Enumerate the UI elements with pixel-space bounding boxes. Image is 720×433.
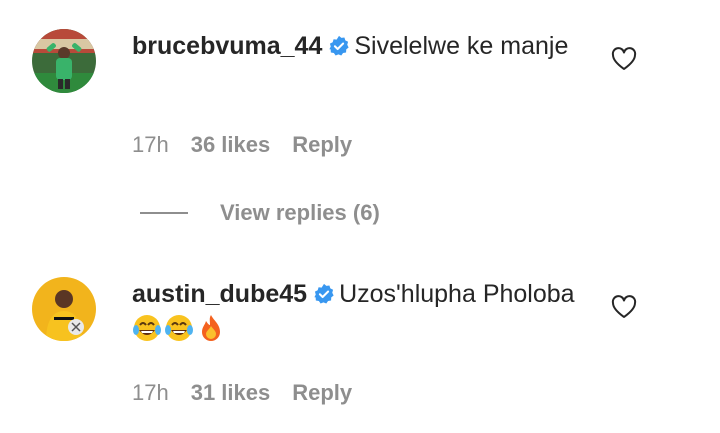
avatar-image	[32, 277, 96, 341]
comment-meta: 17h 31 likes Reply	[132, 380, 374, 406]
comment-1: brucebvuma_44 Sivelelwe ke manje 17h 36 l…	[0, 0, 720, 180]
verified-badge-icon	[314, 283, 334, 304]
comment-likes[interactable]: 31 likes	[191, 380, 271, 405]
view-replies-label: View replies (6)	[220, 200, 380, 225]
avatar[interactable]	[32, 29, 96, 93]
face-with-tears-of-joy-icon	[133, 315, 161, 341]
comment-2: austin_dube45 Uzos'hlupha Pholoba 17h 31…	[0, 250, 720, 433]
avatar[interactable]	[32, 277, 96, 341]
comment-time: 17h	[132, 132, 169, 157]
comment-username[interactable]: brucebvuma_44	[132, 32, 322, 60]
view-replies-button[interactable]: View replies (6)	[140, 196, 380, 230]
comment-text: Sivelelwe ke manje	[354, 32, 569, 60]
fire-icon	[202, 315, 220, 341]
face-with-tears-of-joy-icon	[165, 315, 193, 341]
verified-badge-icon	[329, 35, 349, 56]
comment-body: brucebvuma_44 Sivelelwe ke manje	[132, 28, 582, 64]
divider-line	[140, 212, 188, 214]
comment-username[interactable]: austin_dube45	[132, 280, 307, 308]
comment-text: Uzos'hlupha Pholoba	[339, 280, 575, 308]
reply-button[interactable]: Reply	[292, 132, 352, 157]
heart-outline-icon[interactable]	[611, 47, 637, 71]
avatar-image	[32, 29, 96, 93]
heart-outline-icon[interactable]	[611, 295, 637, 319]
reply-button[interactable]: Reply	[292, 380, 352, 405]
comment-time: 17h	[132, 380, 169, 405]
comment-likes[interactable]: 36 likes	[191, 132, 271, 157]
comment-meta: 17h 36 likes Reply	[132, 132, 374, 158]
comment-body: austin_dube45 Uzos'hlupha Pholoba	[132, 276, 582, 348]
